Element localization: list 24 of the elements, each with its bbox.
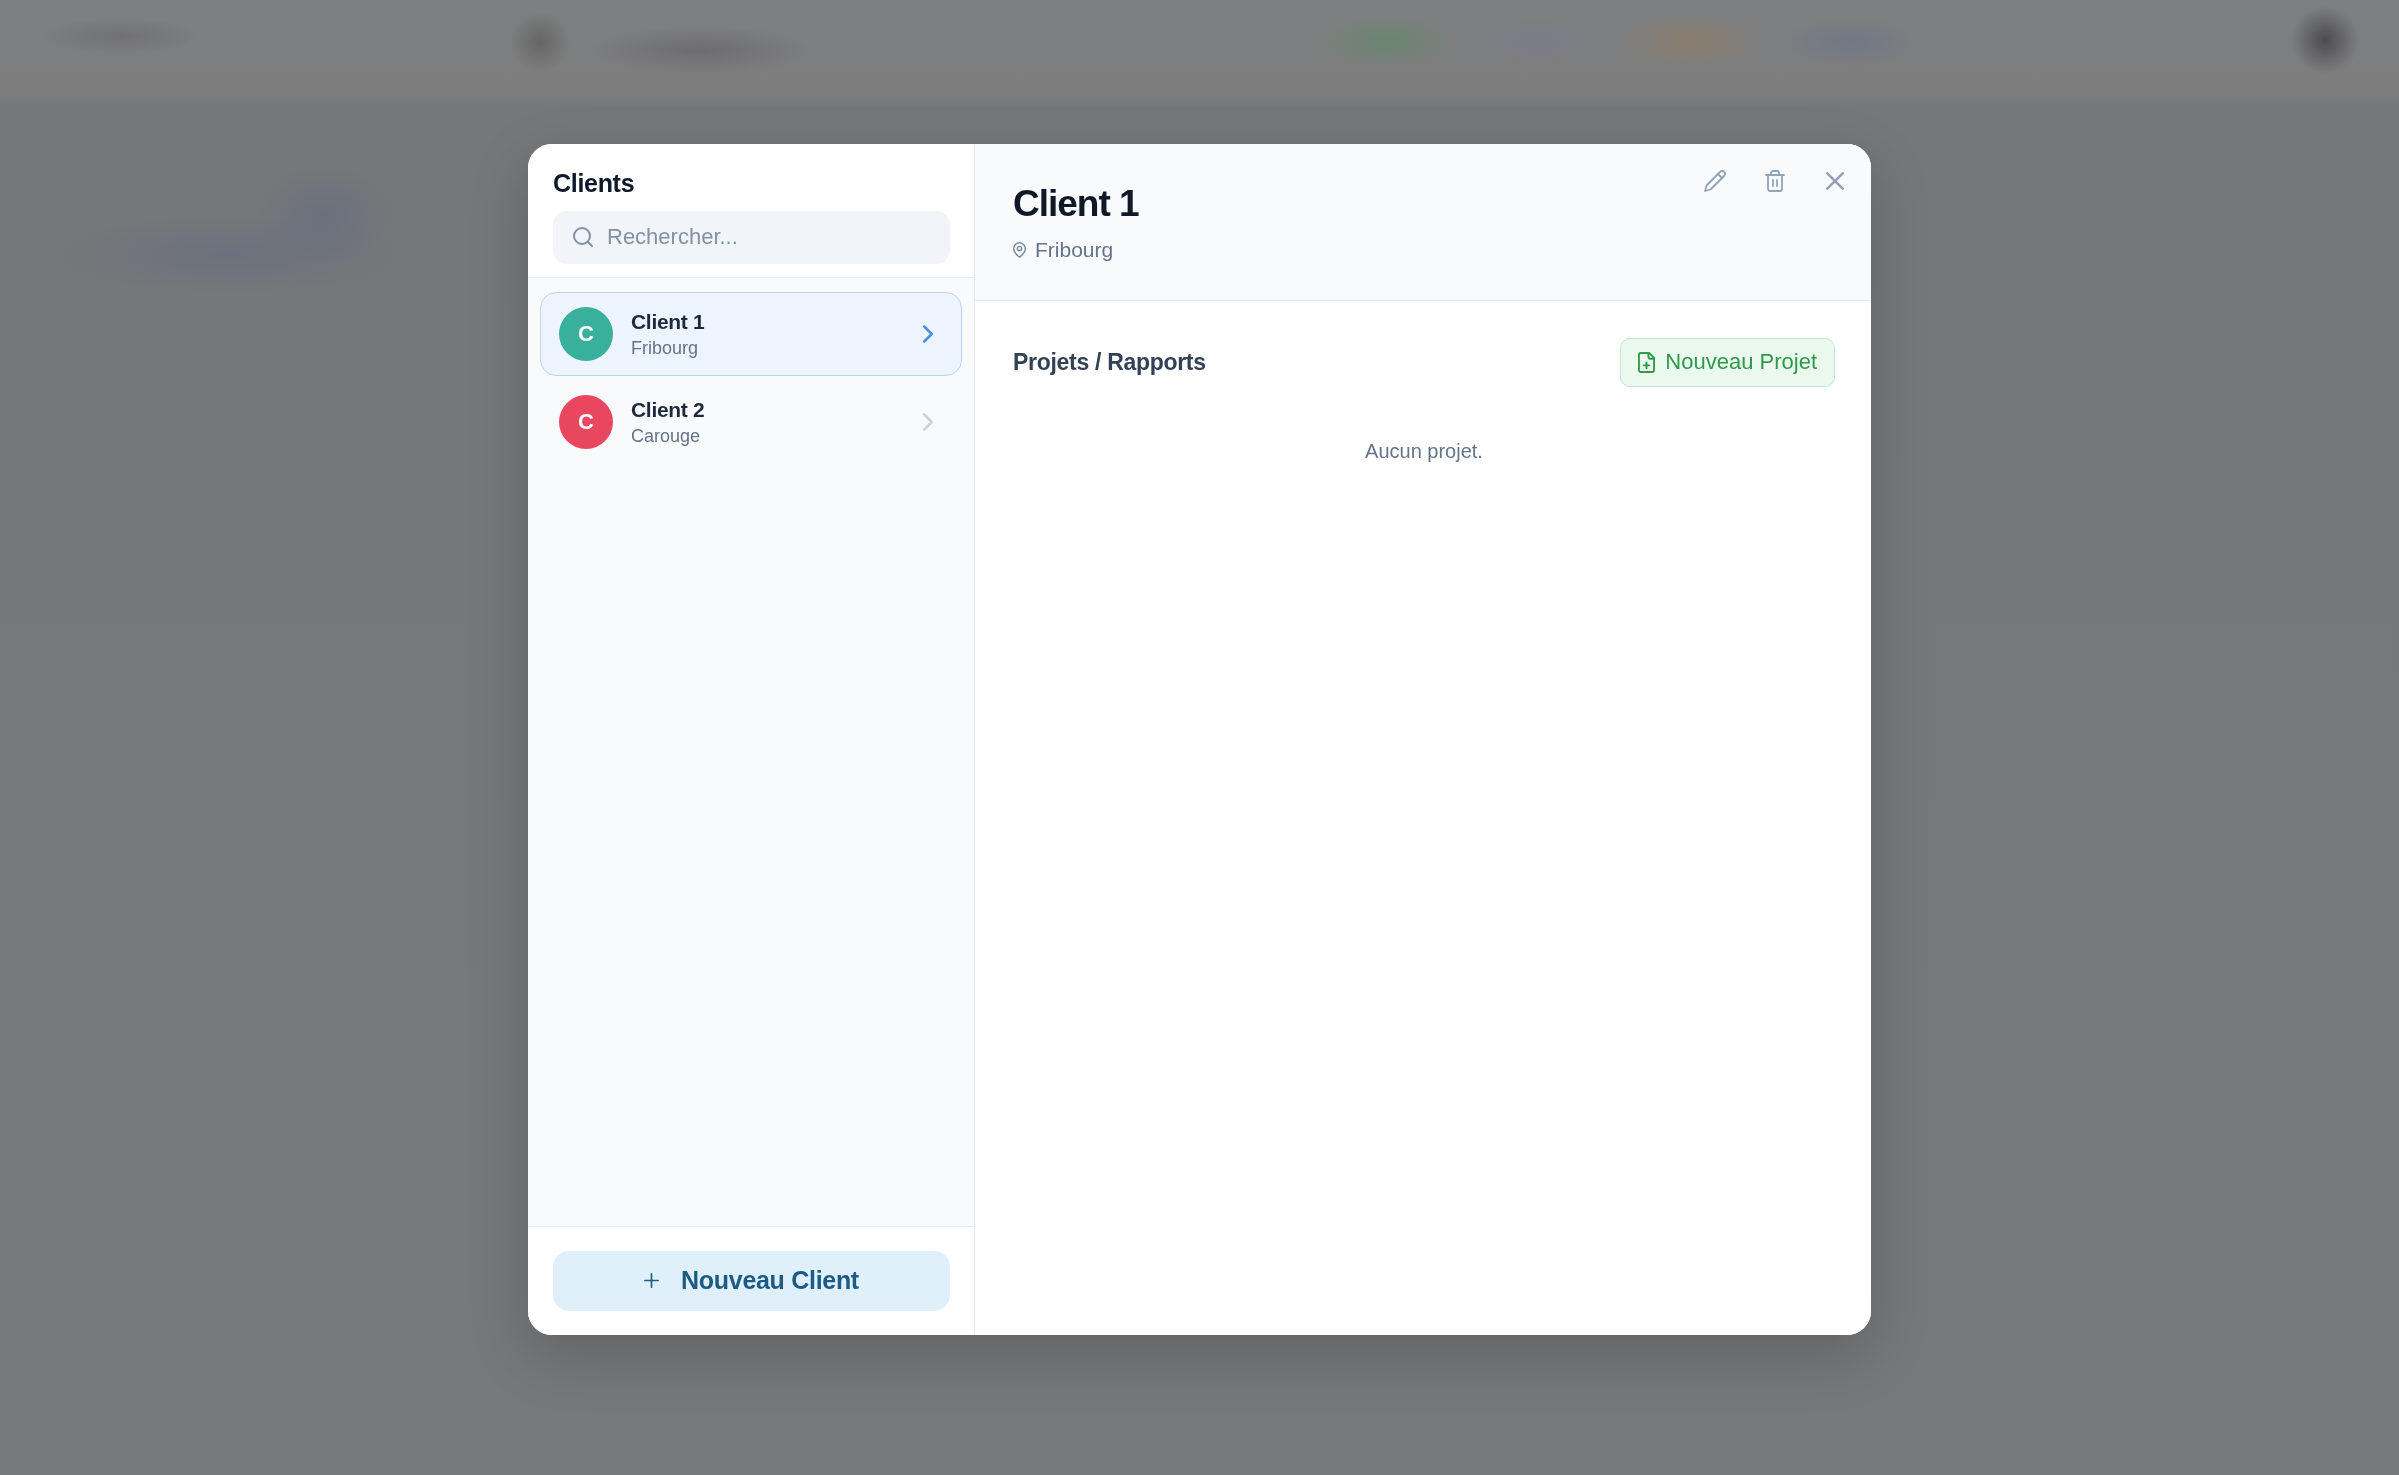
chevron-right-icon: [923, 324, 933, 343]
panel-title: Clients: [553, 167, 635, 198]
plus-icon: [644, 1273, 660, 1288]
pencil-icon: [1704, 169, 1726, 192]
client-list-item[interactable]: C Client 1 Fribourg: [540, 291, 962, 376]
client-location: Fribourg: [1035, 236, 1114, 263]
file-plus-icon: [1638, 351, 1656, 373]
empty-message: Aucun projet.: [1365, 438, 1483, 464]
trash-icon: [1765, 169, 1785, 192]
client-city: Carouge: [631, 424, 701, 447]
search-field[interactable]: Rechercher...: [553, 210, 950, 264]
client-name: Client 1: [631, 308, 705, 335]
new-client-button[interactable]: Nouveau Client: [553, 1250, 950, 1311]
avatar: C: [559, 394, 613, 449]
section-title: Projets / Rapports: [1013, 348, 1206, 376]
client-list-item[interactable]: C Client 2 Carouge: [540, 379, 962, 464]
map-pin-icon: [1013, 241, 1026, 258]
avatar: C: [559, 306, 613, 361]
client-city: Fribourg: [631, 336, 699, 359]
chevron-right-icon: [923, 412, 933, 431]
search-icon: [573, 226, 593, 247]
client-name: Client 2: [631, 396, 705, 423]
client-title: Client 1: [1013, 181, 1139, 226]
close-icon: [1826, 171, 1844, 190]
